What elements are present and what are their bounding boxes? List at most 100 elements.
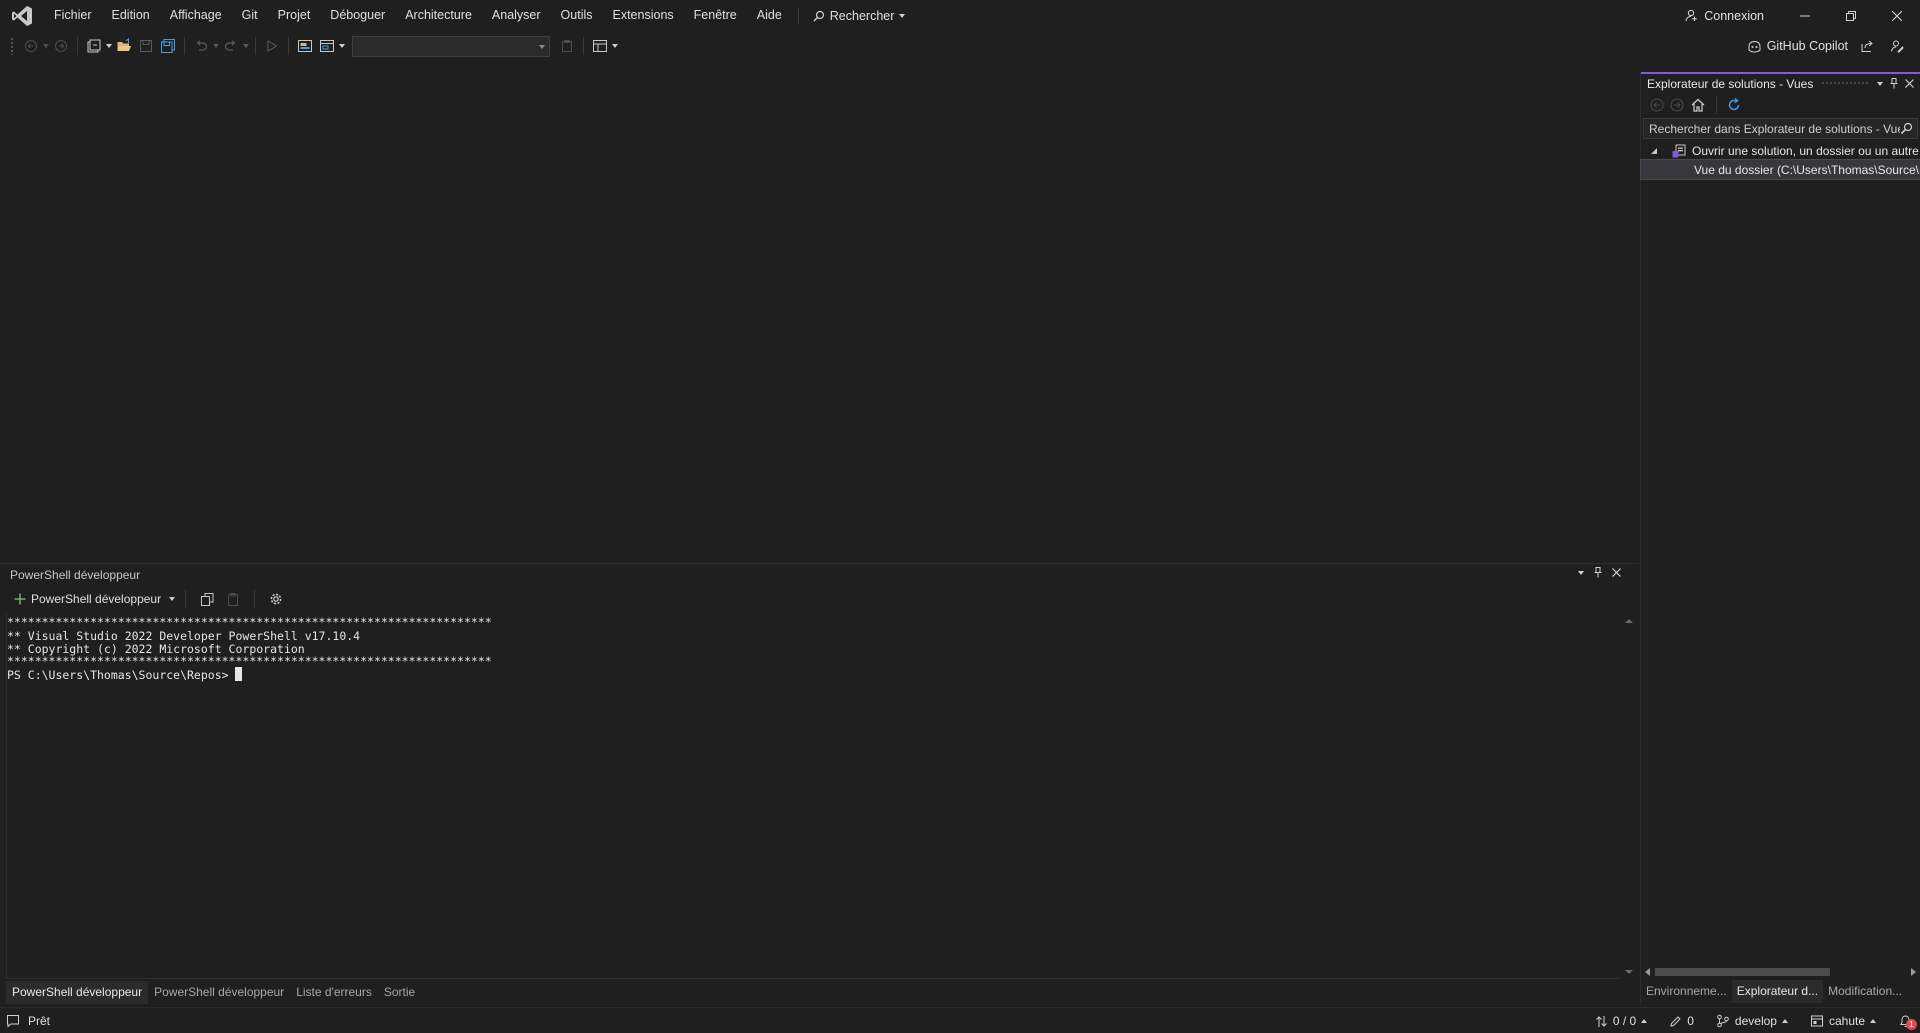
refresh-icon[interactable] [1726, 97, 1742, 113]
menu-edition[interactable]: Edition [102, 0, 160, 31]
navigate-back-dropdown[interactable] [42, 35, 50, 57]
close-icon[interactable] [1905, 79, 1914, 88]
window-layout-dropdown[interactable] [338, 35, 346, 57]
scroll-left-icon[interactable] [1645, 968, 1651, 976]
chevron-down-icon [106, 44, 112, 48]
search-icon [813, 10, 824, 21]
menu-projet[interactable]: Projet [268, 0, 321, 31]
open-file-button[interactable] [113, 35, 135, 57]
save-button[interactable] [135, 35, 157, 57]
configuration-combo[interactable] [352, 35, 550, 57]
connexion-button[interactable]: Connexion [1675, 9, 1782, 23]
feedback-button[interactable] [1886, 35, 1908, 57]
scrollbar-track[interactable] [1655, 968, 1906, 976]
toolbar-separator [1716, 95, 1717, 114]
terminal-output[interactable]: ****************************************… [6, 614, 1620, 979]
notifications-button[interactable]: 1 [1898, 1014, 1917, 1030]
new-project-dropdown[interactable] [105, 35, 113, 57]
chevron-up-icon [1641, 1019, 1648, 1023]
git-changes-status[interactable]: 0 / 0 [1595, 1014, 1648, 1028]
save-icon [140, 40, 152, 52]
window-layout-button[interactable] [316, 35, 338, 57]
terminal-settings-button[interactable] [265, 588, 287, 610]
home-icon[interactable] [1689, 97, 1707, 113]
pending-edits-status[interactable]: 0 [1669, 1014, 1694, 1028]
search-button[interactable]: Rechercher [805, 0, 914, 31]
start-button[interactable] [261, 35, 283, 57]
pin-icon[interactable] [1889, 78, 1899, 89]
new-project-button[interactable] [83, 35, 105, 57]
paste-button[interactable] [222, 588, 244, 610]
horizontal-scrollbar[interactable] [1645, 966, 1916, 978]
solution-explorer-button[interactable] [294, 35, 316, 57]
menu-aide[interactable]: Aide [747, 0, 792, 31]
scroll-right-icon[interactable] [1910, 968, 1916, 976]
menu-extensions[interactable]: Extensions [603, 0, 684, 31]
minimize-button[interactable] [1782, 0, 1828, 31]
layout-toggle-button[interactable] [589, 35, 611, 57]
tree-item-folder-view[interactable]: Vue du dossier (C:\Users\Thomas\Source\R… [1640, 159, 1920, 180]
layout-toggle-dropdown[interactable] [611, 35, 619, 57]
close-icon[interactable] [1612, 568, 1621, 577]
terminal-vertical-scrollbar[interactable] [1621, 614, 1637, 979]
person-icon [1685, 9, 1697, 22]
repository-status[interactable]: cahute [1810, 1014, 1876, 1028]
debug-target-button[interactable] [556, 35, 578, 57]
pane-controls [1578, 567, 1627, 578]
toolbar-grip[interactable] [10, 37, 14, 55]
expanded-triangle-icon[interactable] [1649, 146, 1661, 156]
solution-explorer-titlebar[interactable]: Explorateur de solutions - Vues [1641, 72, 1920, 93]
window-position-dropdown-icon[interactable] [1578, 570, 1584, 575]
menu-affichage[interactable]: Affichage [160, 0, 232, 31]
copy-button[interactable] [196, 588, 218, 610]
tab-explorateur[interactable]: Explorateur d... [1731, 980, 1824, 1003]
menu-architecture[interactable]: Architecture [395, 0, 482, 31]
navigate-back-button[interactable] [20, 35, 42, 57]
undo-dropdown[interactable] [212, 35, 220, 57]
tab-powershell-developpeur[interactable]: PowerShell développeur [6, 981, 149, 1004]
copy-icon [200, 592, 214, 606]
scroll-up-icon[interactable] [1621, 616, 1637, 626]
new-terminal-button[interactable]: PowerShell développeur [14, 592, 176, 606]
live-share-button[interactable] [1856, 35, 1878, 57]
title-grip [1821, 81, 1869, 86]
save-all-button[interactable] [157, 35, 179, 57]
powershell-titlebar[interactable]: PowerShell développeur [0, 564, 1639, 586]
redo-button[interactable] [220, 35, 242, 57]
tab-sortie[interactable]: Sortie [378, 981, 421, 1004]
menu-git[interactable]: Git [232, 0, 268, 31]
scroll-down-icon[interactable] [1621, 967, 1637, 977]
changes-count: 0 / 0 [1612, 1014, 1637, 1028]
menu-outils[interactable]: Outils [551, 0, 603, 31]
undo-button[interactable] [190, 35, 212, 57]
share-icon [1861, 40, 1873, 52]
terminal-prompt-line[interactable]: PS C:\Users\Thomas\Source\Repos> [7, 667, 1620, 683]
editor-area [0, 61, 1639, 562]
close-window-button[interactable] [1874, 0, 1920, 31]
navigate-forward-button[interactable] [50, 35, 72, 57]
restore-button[interactable] [1828, 0, 1874, 31]
notification-count-badge: 1 [1906, 1019, 1917, 1030]
window-position-dropdown-icon[interactable] [1877, 81, 1883, 86]
tab-modifications[interactable]: Modification... [1823, 980, 1907, 1003]
scrollbar-thumb[interactable] [1655, 968, 1830, 976]
menu-analyser[interactable]: Analyser [482, 0, 551, 31]
forward-arrow-icon[interactable] [1669, 97, 1685, 113]
pin-icon[interactable] [1593, 567, 1603, 578]
new-project-icon [87, 39, 101, 53]
back-arrow-icon[interactable] [1649, 97, 1665, 113]
tab-environnement[interactable]: Environneme... [1641, 980, 1732, 1003]
menu-deboguer[interactable]: Déboguer [320, 0, 395, 31]
main-menu: Fichier Edition Affichage Git Projet Déb… [44, 0, 913, 31]
solution-explorer-search-input[interactable]: Rechercher dans Explorateur de solutions… [1643, 118, 1918, 139]
branch-status[interactable]: develop [1716, 1014, 1788, 1028]
menu-fichier[interactable]: Fichier [44, 0, 102, 31]
tree-item-solution[interactable]: Ouvrir une solution, un dossier ou un au… [1641, 141, 1920, 160]
menu-fenetre[interactable]: Fenêtre [684, 0, 747, 31]
status-ready-text: Prêt [28, 1013, 51, 1028]
redo-dropdown[interactable] [242, 35, 250, 57]
tab-liste-erreurs[interactable]: Liste d'erreurs [290, 981, 378, 1004]
visual-studio-logo-icon[interactable] [0, 0, 44, 31]
github-copilot-button[interactable]: GitHub Copilot [1747, 39, 1848, 54]
tab-powershell-developpeur-2[interactable]: PowerShell développeur [148, 981, 290, 1004]
